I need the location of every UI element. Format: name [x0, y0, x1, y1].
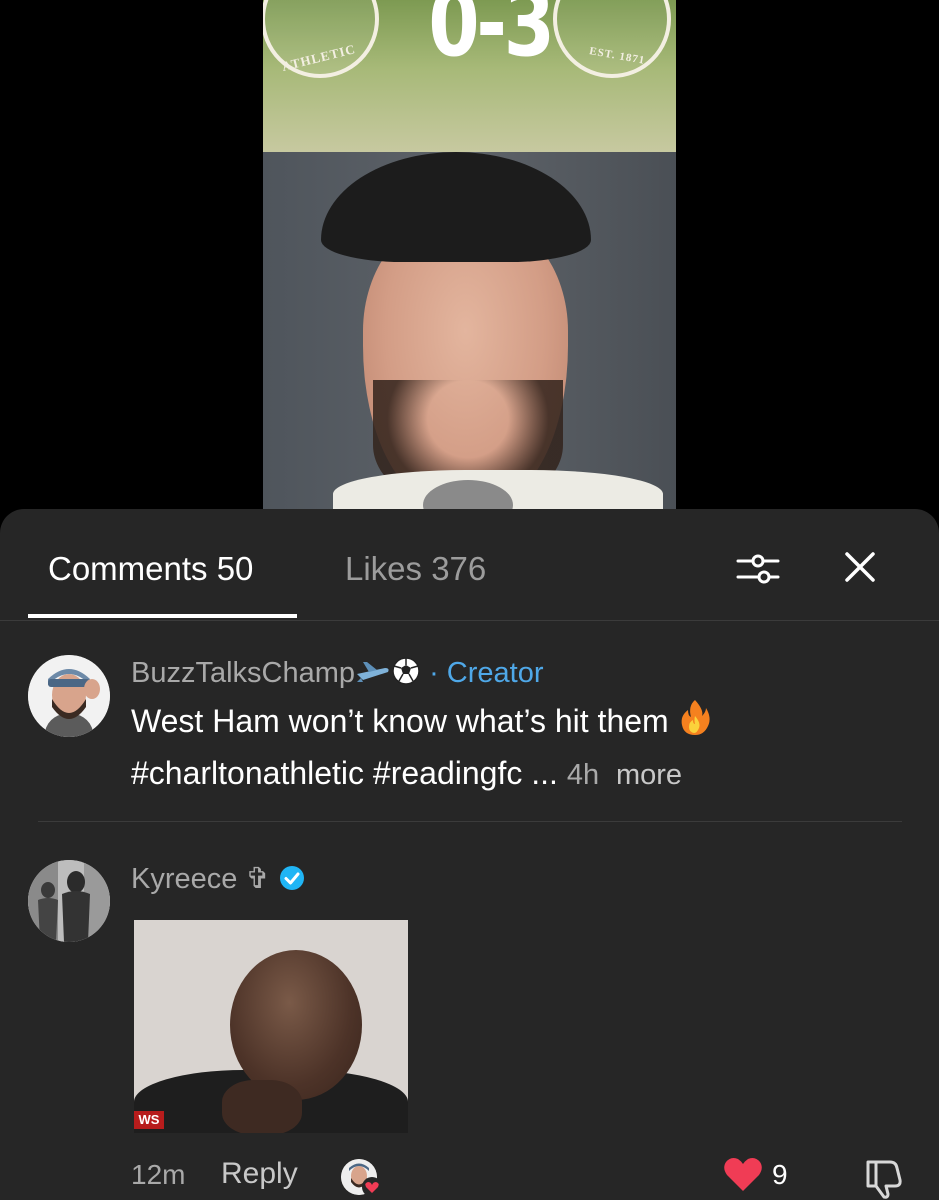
gif-head — [230, 950, 362, 1100]
liked-by-creator-heart-icon — [362, 1177, 382, 1197]
verified-check-icon — [278, 864, 306, 900]
airplane-icon — [355, 660, 391, 694]
cartoon-avatar-icon — [28, 655, 110, 737]
gif-hand — [222, 1080, 302, 1133]
tabs-divider — [0, 620, 939, 621]
comment-text-line2: #charltonathletic #readingfc ... — [131, 755, 558, 791]
tab-likes[interactable]: Likes 376 — [345, 549, 486, 589]
soccer-ball-icon — [391, 656, 421, 694]
username-text: BuzzTalksChamp — [131, 657, 356, 689]
comment-username[interactable]: BuzzTalksChamp · Creator — [131, 656, 544, 694]
username-text: Kyreece ✞ — [131, 863, 270, 895]
comment-body: West Ham won’t know what’s hit them #cha… — [131, 697, 712, 799]
comment-text-line1: West Ham won’t know what’s hit them — [131, 703, 669, 739]
reaction-gif[interactable]: WS — [134, 920, 408, 1133]
like-count: 9 — [772, 1159, 788, 1190]
more-link[interactable]: more — [616, 759, 682, 791]
close-icon[interactable] — [840, 547, 880, 587]
gif-news-tag: WS — [134, 1111, 164, 1129]
photo-avatar-icon — [28, 860, 110, 942]
video-player[interactable]: ATHLETIC 0-3 EST. 1871 — [263, 0, 676, 520]
thumbs-down-icon[interactable] — [860, 1156, 904, 1200]
comments-sheet: Comments 50 Likes 376 BuzzTalksChamp · C… — [0, 509, 939, 1200]
heart-icon[interactable] — [722, 1154, 764, 1194]
comment-username[interactable]: Kyreece ✞ — [131, 862, 306, 900]
match-score: 0-3 — [428, 0, 555, 77]
active-tab-indicator — [28, 614, 297, 618]
comment-time: 12m — [131, 1159, 186, 1190]
reply-button[interactable]: Reply — [221, 1157, 298, 1191]
tab-comments[interactable]: Comments 50 — [48, 549, 253, 589]
sheet-tabs: Comments 50 Likes 376 — [0, 509, 939, 621]
creator-avatar[interactable] — [28, 655, 110, 737]
comment-divider — [38, 821, 902, 822]
commenter-avatar[interactable] — [28, 860, 110, 942]
sliders-icon[interactable] — [734, 545, 782, 593]
creator-badge: · Creator — [429, 657, 544, 689]
comment-time: 4h — [566, 759, 600, 791]
fire-icon — [678, 698, 712, 749]
